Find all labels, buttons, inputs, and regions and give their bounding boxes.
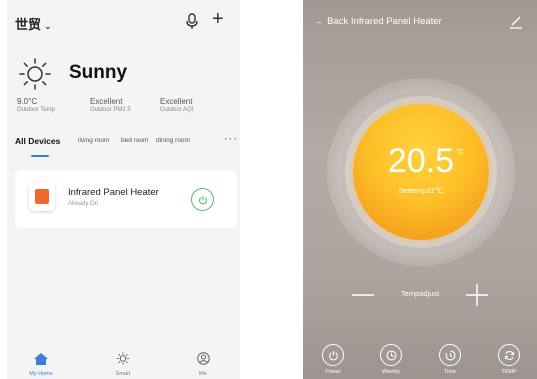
tab-all-devices[interactable]: All Devices <box>15 136 60 146</box>
control-bar: Power Weekly Time TEMP <box>303 340 537 379</box>
time-control[interactable]: Time <box>428 344 472 375</box>
stat-label: Outdoor PM2.5 <box>90 107 131 113</box>
control-label: Power <box>325 369 341 375</box>
device-card[interactable]: Infrared Panel Heater Already On <box>15 170 237 228</box>
device-detail-screen: ← Back Infrared Panel Heater 20.5 °C Set… <box>303 0 537 379</box>
power-icon <box>198 195 207 205</box>
sun-icon <box>116 352 130 365</box>
more-tabs-icon[interactable]: ··· <box>224 133 238 145</box>
bottom-nav: My Home Smart Me <box>7 348 240 379</box>
back-button[interactable]: ← Back Infrared Panel Heater <box>315 16 442 27</box>
home-screen: 世贸 ⌄ + Sunny 9.0°C Outdoor Temp Excellent… <box>7 0 240 379</box>
tab-living-room[interactable]: living room <box>78 137 109 144</box>
nav-me[interactable]: Me <box>183 352 223 377</box>
temp-adjust-row: Tempadjust <box>303 284 537 306</box>
tab-dining-room[interactable]: dining room <box>156 137 190 144</box>
control-label: Weekly <box>382 369 400 375</box>
weather-condition: Sunny <box>69 62 128 83</box>
outdoor-aqi-stat: Excellent Outdoor AQI <box>160 97 193 113</box>
current-temperature: 20.5 <box>387 142 455 180</box>
outdoor-pm25-stat: Excellent Outdoor PM2.5 <box>90 97 131 113</box>
temp-adjust-label: Tempadjust <box>400 289 440 298</box>
stat-label: Outdoor Temp <box>17 107 55 113</box>
edit-icon[interactable] <box>509 15 523 29</box>
temperature-dial[interactable]: 20.5 °C Settemp21℃ <box>353 104 489 240</box>
refresh-icon <box>504 350 514 360</box>
room-tabs: All Devices living room bed room dining … <box>15 136 235 151</box>
stat-value: Excellent <box>90 97 123 106</box>
nav-smart[interactable]: Smart <box>103 352 143 377</box>
temperature-unit: °C <box>456 149 464 156</box>
add-device-icon[interactable]: + <box>212 9 224 29</box>
temp-control[interactable]: TEMP <box>487 344 531 375</box>
set-temperature: Settemp21℃ <box>398 186 444 195</box>
weekly-control[interactable]: Weekly <box>369 344 413 375</box>
tab-bed-room[interactable]: bed room <box>121 137 148 144</box>
clock-icon <box>386 350 396 360</box>
timer-icon <box>445 350 456 360</box>
heater-thumbnail <box>29 183 55 211</box>
nav-my-home[interactable]: My Home <box>21 352 61 377</box>
stat-value: 9.0°C <box>17 97 38 106</box>
chevron-down-icon: ⌄ <box>44 21 52 31</box>
control-label: TEMP <box>501 369 517 375</box>
home-icon <box>34 353 48 365</box>
active-tab-indicator <box>31 155 49 157</box>
control-label: Time <box>443 369 457 375</box>
location-label: 世贸 <box>15 17 42 32</box>
nav-label: Smart <box>115 371 131 377</box>
nav-label: Me <box>199 371 207 377</box>
location-selector[interactable]: 世贸 ⌄ <box>15 14 52 33</box>
power-control[interactable]: Power <box>311 344 355 375</box>
nav-label: My Home <box>29 371 53 377</box>
microphone-icon[interactable] <box>185 13 199 30</box>
outdoor-temp-stat: 9.0°C Outdoor Temp <box>17 97 55 113</box>
stat-label: Outdoor AQI <box>160 107 194 113</box>
device-power-button[interactable] <box>191 188 214 211</box>
stat-value: Excellent <box>160 97 193 106</box>
device-name: Infrared Panel Heater <box>68 187 159 198</box>
power-icon <box>328 350 338 360</box>
sun-icon <box>19 58 51 90</box>
user-icon <box>196 352 210 365</box>
device-status: Already On <box>68 201 99 207</box>
